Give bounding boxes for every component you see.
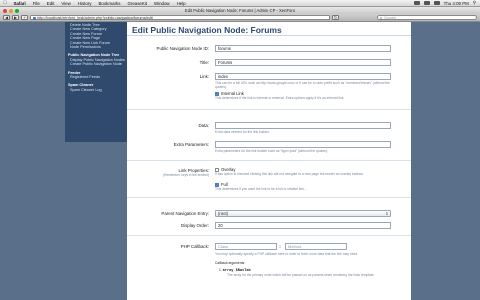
display-order-input[interactable]: 20 [215,222,391,229]
sidebar-feeder-section: Feeder Registered Feeds [65,67,127,80]
parent-nav-label: Parent Navigation Entry: [161,211,209,216]
link-properties-sublabel: (Remember, keys in the textbox) [163,173,209,177]
php-class-input[interactable]: Class [215,243,277,250]
window-titlebar: Edit Public Navigation Node: Forums | Ad… [0,7,480,14]
forward-button[interactable]: ▶ [12,15,19,20]
address-url: http://localhost/xenforo_test/admin.php?… [37,15,153,20]
divider [127,109,411,110]
menu-window[interactable]: Window [150,1,173,6]
title-input[interactable]: Forums [215,59,391,66]
select-arrows-icon: ⇕ [385,211,389,216]
divider [127,235,411,236]
wifi-icon[interactable] [413,1,420,5]
divider [127,160,411,161]
menu-view[interactable]: View [58,1,74,6]
mac-menubar:  Safari File Edit View History Bookmark… [0,0,480,7]
extra-params-label: Extra Parameters: [173,142,209,147]
parent-nav-value: (root) [218,211,229,216]
node-id-input[interactable]: forums [215,45,391,52]
window-title: Edit Public Navigation Node: Forums | Ad… [184,8,296,13]
menubar-clock[interactable]: Thu 4:09 PM [444,1,469,6]
menubar-tray: Thu 4:09 PM ⚲ [413,0,480,6]
back-button[interactable]: ◀ [3,15,10,20]
minimize-window-icon[interactable] [9,8,13,13]
address-bar[interactable]: http://localhost/xenforo_test/admin.php?… [30,14,330,21]
link-label: Link: [199,74,209,79]
spotlight-icon[interactable]: ⚲ [473,0,476,6]
apple-menu-icon[interactable]:  [0,0,10,6]
menu-history[interactable]: History [74,1,95,6]
favicon-icon [32,16,36,20]
overlay-hint: If this option is checked clicking this … [215,171,364,176]
page-viewport: Delete Node Tree Create New Category Cre… [0,22,480,300]
search-placeholder: Google [384,15,397,20]
menu-help[interactable]: Help [173,1,189,6]
link-hint: This can be a full URL such as http://ww… [215,81,391,89]
sidebar-nodes-section: Delete Node Tree Create New Category Cre… [65,22,127,49]
php-callback-separator: :: [279,243,282,249]
callback-arg-1-number: 1. [219,268,222,272]
sidebar-item-spam-cleaner-log[interactable]: Spam Cleaner Log [65,88,127,92]
zoom-window-icon[interactable] [15,8,19,13]
php-callback-label: PHP Callback: [180,244,209,249]
full-hint: This determines if you want the link to … [215,186,307,191]
menu-edit[interactable]: Edit [43,1,58,6]
admin-sidebar: Delete Node Tree Create New Category Cre… [65,22,127,142]
volume-icon[interactable] [423,1,430,5]
internal-link-hint: This determines if the link is internal … [215,96,345,100]
battery-icon[interactable] [433,1,440,5]
menu-file[interactable]: File [29,1,43,6]
add-bookmark-button[interactable]: + [21,15,28,20]
search-icon: ⚲ [379,16,383,21]
callback-arg-1-hint: The array for the primary node which wil… [227,272,375,277]
page-title: Edit Public Navigation Node: Forums [127,22,411,36]
node-id-label: Public Navigation Node ID: [156,46,209,51]
php-callback-hint: You may optionally specify a PHP callbac… [215,252,359,256]
sidebar-spam-section: Spam Cleaner Spam Cleaner Log [65,79,127,92]
window-controls [3,8,19,13]
menu-app[interactable]: Safari [10,1,29,6]
data-hint: Extra data needed for the link builder. [215,130,270,134]
browser-toolbar: ◀ ▶ + http://localhost/xenforo_test/admi… [0,14,480,22]
callback-args-label: Callback arguments: [215,261,246,265]
menu-bookmarks[interactable]: Bookmarks [95,1,124,6]
link-input[interactable]: index [215,73,391,80]
extra-params-hint: Extra parameters for the link builder su… [215,149,328,153]
sidebar-item-create-public-nav[interactable]: Create Public Navigation Node [65,62,127,66]
reload-button[interactable]: ↻ [332,15,339,20]
divider [127,197,411,198]
data-label: Data: [198,123,210,128]
search-field[interactable]: ⚲ Google [377,14,477,21]
extra-params-input[interactable] [215,141,391,148]
menu-greasekit[interactable]: GreaseKit [124,1,151,6]
edit-form-panel: Edit Public Navigation Node: Forums Publ… [127,22,411,300]
page-background-right [411,22,480,300]
title-label: Title: [199,60,209,65]
php-method-input[interactable]: Method [285,243,347,250]
sidebar-public-nav-section: Public Navigation Node Tree Display Publ… [65,49,127,66]
close-window-icon[interactable] [3,8,7,13]
display-order-label: Display Order: [180,223,209,228]
parent-nav-select[interactable]: (root) ⇕ [215,210,391,217]
data-input[interactable] [215,122,391,129]
